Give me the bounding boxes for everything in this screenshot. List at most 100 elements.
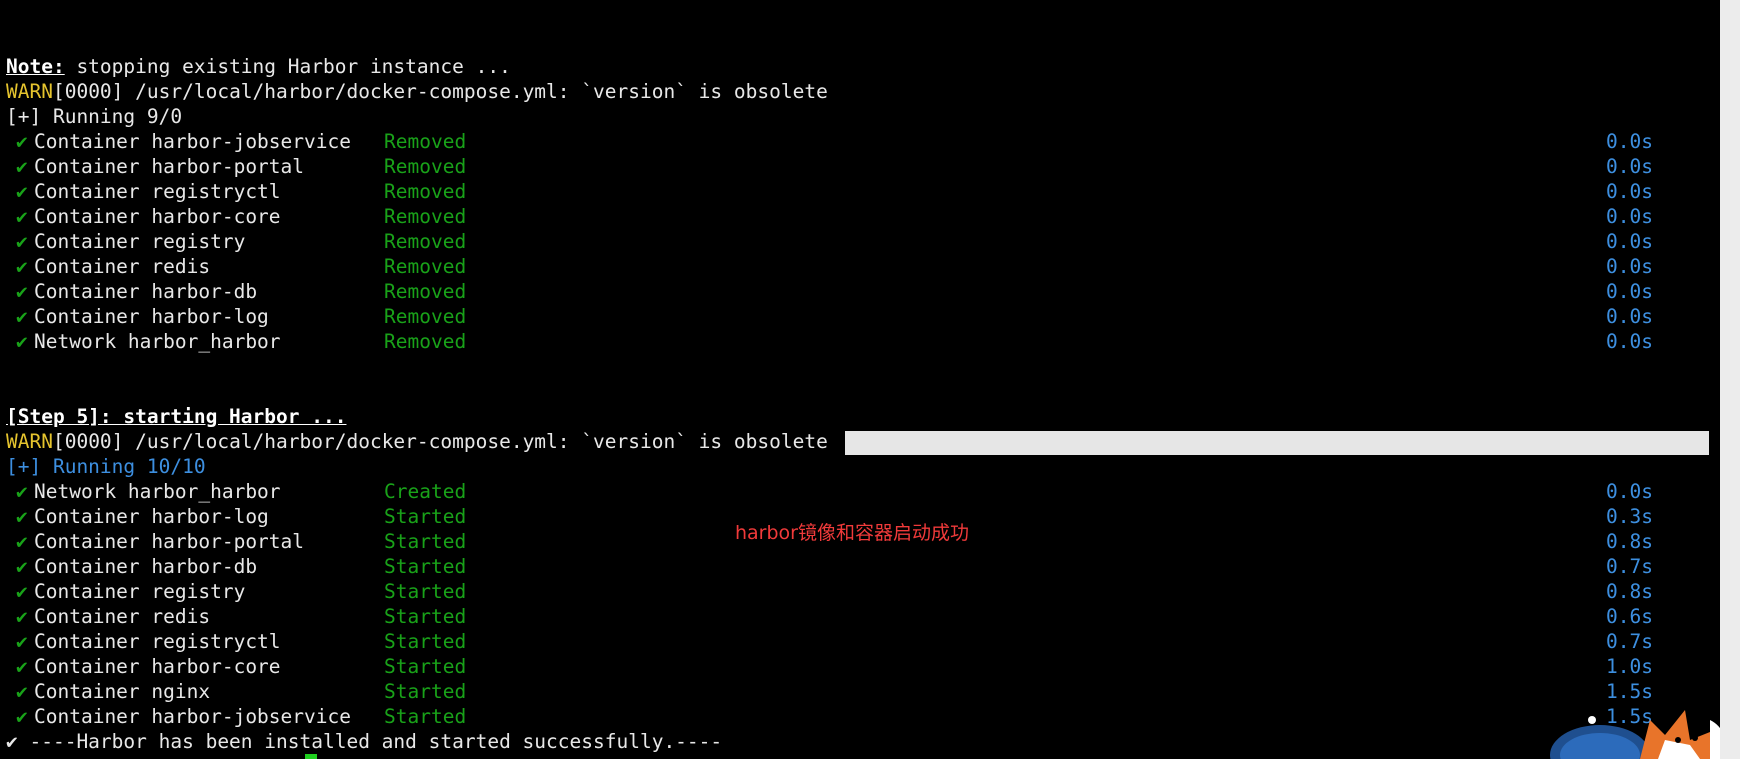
running-line-stop: [+] Running 9/0	[6, 105, 183, 128]
checkmark-icon: ✔	[16, 130, 28, 153]
elapsed-time: 0.0s	[1606, 330, 1653, 353]
container-status-row: ✔ Container redis Removed 0.0s	[6, 254, 1696, 279]
container-status: Started	[384, 630, 467, 653]
container-status: Started	[384, 680, 467, 703]
elapsed-time: 0.8s	[1606, 530, 1653, 553]
vertical-scrollbar[interactable]	[1720, 0, 1740, 759]
elapsed-time: 0.6s	[1606, 605, 1653, 628]
container-status-row: ✔ Container harbor-jobservice Removed 0.0s	[6, 129, 1696, 154]
step5-label: [Step 5]: starting Harbor ...	[6, 405, 347, 428]
checkmark-icon: ✔	[16, 580, 28, 603]
container-status: Removed	[384, 155, 467, 178]
container-status: Removed	[384, 255, 467, 278]
terminal-window[interactable]: Note: stopping existing Harbor instance …	[0, 0, 1740, 759]
terminal-cursor	[305, 754, 317, 759]
running-line-start: [+] Running 10/10	[6, 455, 206, 478]
container-status: Started	[384, 530, 467, 553]
checkmark-icon: ✔	[16, 655, 28, 678]
container-name: Container harbor-portal	[34, 530, 305, 553]
checkmark-icon: ✔	[16, 280, 28, 303]
container-status: Removed	[384, 205, 467, 228]
checkmark-icon: ✔	[16, 680, 28, 703]
container-status: Started	[384, 505, 467, 528]
elapsed-time: 0.0s	[1606, 130, 1653, 153]
container-status-row: ✔ Container registry Removed 0.0s	[6, 229, 1696, 254]
container-name: Container nginx	[34, 680, 211, 703]
elapsed-time: 0.0s	[1606, 255, 1653, 278]
container-name: Container redis	[34, 605, 211, 628]
container-status-row: ✔ Container registryctl Started 0.7s	[6, 629, 1696, 654]
container-status: Started	[384, 555, 467, 578]
mascot-sticker-image	[1540, 700, 1740, 759]
container-name: Network harbor_harbor	[34, 330, 281, 353]
container-status-row: ✔ Container registry Started 0.8s	[6, 579, 1696, 604]
container-name: Container harbor-log	[34, 505, 269, 528]
container-status-row: ✔ Container nginx Started 1.5s	[6, 679, 1696, 704]
container-name: Container registryctl	[34, 180, 281, 203]
checkmark-icon: ✔	[16, 605, 28, 628]
container-status: Removed	[384, 130, 467, 153]
container-name: Container registry	[34, 580, 246, 603]
container-name: Container redis	[34, 255, 211, 278]
checkmark-icon: ✔	[16, 155, 28, 178]
container-status: Removed	[384, 230, 467, 253]
note-text: stopping existing Harbor instance ...	[64, 55, 511, 78]
elapsed-time: 0.8s	[1606, 580, 1653, 603]
elapsed-time: 0.0s	[1606, 205, 1653, 228]
warn-text: [0000] /usr/local/harbor/docker-compose.…	[52, 430, 828, 453]
container-name: Container harbor-core	[34, 655, 281, 678]
container-status: Started	[384, 655, 467, 678]
container-name: Container harbor-portal	[34, 155, 305, 178]
elapsed-time: 0.0s	[1606, 480, 1653, 503]
checkmark-icon: ✔	[16, 230, 28, 253]
container-status: Removed	[384, 305, 467, 328]
container-name: Container harbor-log	[34, 305, 269, 328]
success-line: ✔ ----Harbor has been installed and star…	[6, 730, 723, 753]
checkmark-icon: ✔	[16, 480, 28, 503]
warn-tag: WARN	[6, 80, 53, 103]
checkmark-icon: ✔	[16, 180, 28, 203]
container-status: Removed	[384, 180, 467, 203]
container-name: Container registry	[34, 230, 246, 253]
note-line: Note: stopping existing Harbor instance …	[6, 54, 511, 79]
elapsed-time: 0.7s	[1606, 630, 1653, 653]
container-status: Removed	[384, 280, 467, 303]
warn-line-start: WARN[0000] /usr/local/harbor/docker-comp…	[6, 429, 828, 454]
checkmark-icon: ✔	[16, 630, 28, 653]
checkmark-icon: ✔	[16, 530, 28, 553]
elapsed-time: 0.7s	[1606, 555, 1653, 578]
elapsed-time: 0.0s	[1606, 155, 1653, 178]
warn-text: [0000] /usr/local/harbor/docker-compose.…	[52, 80, 828, 103]
elapsed-time: 0.0s	[1606, 280, 1653, 303]
container-status: Removed	[384, 330, 467, 353]
step5-header: [Step 5]: starting Harbor ...	[6, 404, 346, 429]
elapsed-time: 0.0s	[1606, 230, 1653, 253]
annotation-text: harbor镜像和容器启动成功	[735, 522, 969, 544]
container-status-row: ✔ Container harbor-db Removed 0.0s	[6, 279, 1696, 304]
container-status: Started	[384, 580, 467, 603]
checkmark-icon: ✔	[16, 305, 28, 328]
checkmark-icon: ✔	[16, 555, 28, 578]
warn-tag: WARN	[6, 430, 53, 453]
container-status: Started	[384, 605, 467, 628]
container-name: Container harbor-core	[34, 205, 281, 228]
container-status-row: ✔ Container harbor-core Started 1.0s	[6, 654, 1696, 679]
container-status: Created	[384, 480, 467, 503]
elapsed-time: 0.3s	[1606, 505, 1653, 528]
container-name: Container harbor-jobservice	[34, 130, 351, 153]
container-name: Container harbor-jobservice	[34, 705, 351, 728]
container-status-row: ✔ Container harbor-core Removed 0.0s	[6, 204, 1696, 229]
checkmark-icon: ✔	[16, 255, 28, 278]
container-name: Container harbor-db	[34, 555, 258, 578]
checkmark-icon: ✔	[16, 705, 28, 728]
container-status-row: ✔ Container harbor-jobservice Started 1.5s	[6, 704, 1696, 729]
container-status-row: ✔ Container harbor-db Started 0.7s	[6, 554, 1696, 579]
container-status-row: ✔ Network harbor_harbor Removed 0.0s	[6, 329, 1696, 354]
container-status-row: ✔ Container redis Started 0.6s	[6, 604, 1696, 629]
container-status-row: ✔ Container harbor-portal Removed 0.0s	[6, 154, 1696, 179]
container-name: Container registryctl	[34, 630, 281, 653]
container-name: Container harbor-db	[34, 280, 258, 303]
note-label: Note:	[6, 55, 65, 78]
container-status-row: ✔ Container harbor-log Removed 0.0s	[6, 304, 1696, 329]
warn-line-stop: WARN[0000] /usr/local/harbor/docker-comp…	[6, 79, 828, 104]
